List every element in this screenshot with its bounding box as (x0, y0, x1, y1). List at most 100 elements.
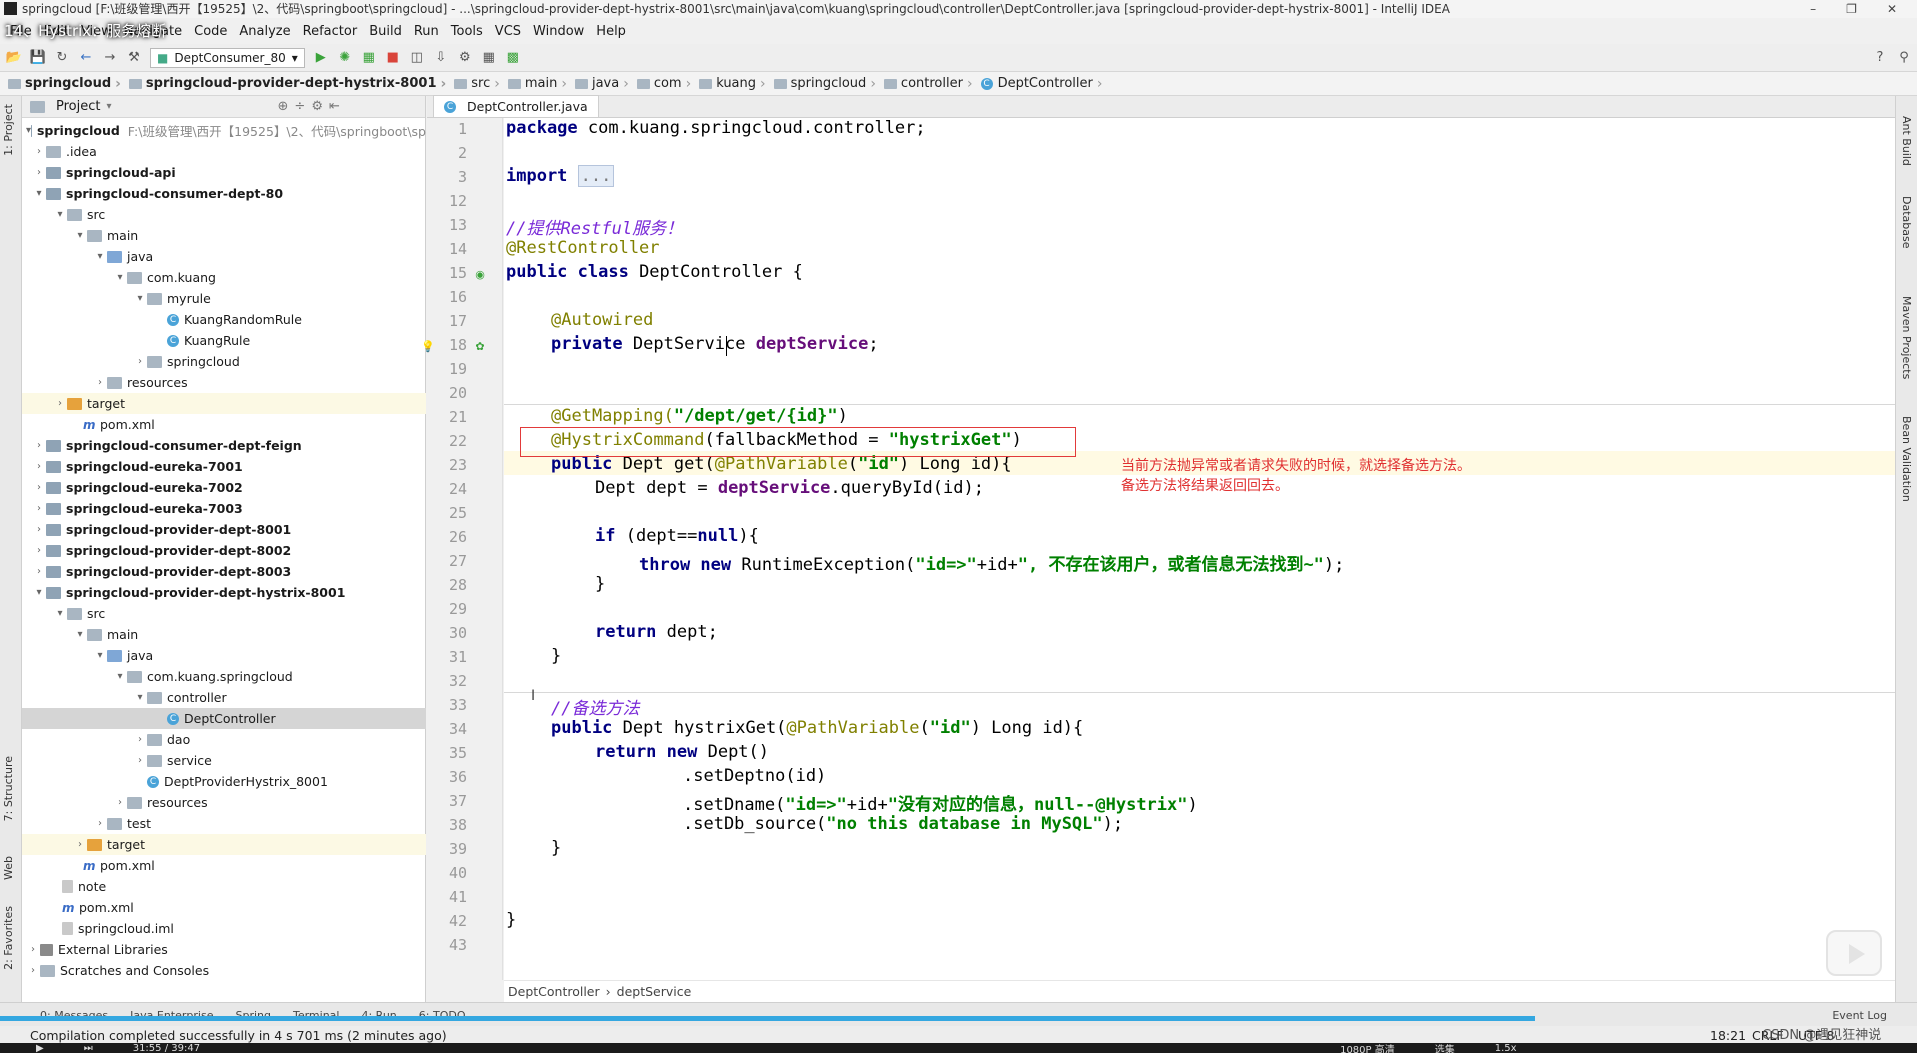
vcs-icon[interactable]: ▩ (505, 50, 521, 66)
tab-project-tool[interactable]: 1: Project (2, 104, 15, 156)
sync-icon[interactable]: ↻ (54, 50, 70, 66)
video-progress-bar[interactable] (0, 1016, 1535, 1021)
quality-select[interactable]: 1080P 高清 (1340, 1043, 1395, 1053)
tab-maven-projects[interactable]: Maven Projects (1900, 296, 1913, 379)
tree-node[interactable]: › service (22, 750, 426, 771)
tree-node[interactable]: ▾ com.kuang.springcloud (22, 666, 426, 687)
tree-node[interactable]: › springcloud-provider-dept-8003 (22, 561, 426, 582)
code-editor[interactable]: package com.kuang.springcloud.controller… (504, 118, 1895, 980)
tree-root[interactable]: ▾ springcloud F:\班级管理\西开【19525】\2、代码\sprin… (22, 120, 426, 141)
menu-help[interactable]: Help (590, 24, 632, 39)
episode-select[interactable]: 选集 (1435, 1043, 1455, 1053)
minimize-icon[interactable]: – (1810, 0, 1816, 18)
menu-analyze[interactable]: Analyze (233, 24, 296, 39)
tree-node[interactable]: › springcloud-api (22, 162, 426, 183)
tree-node[interactable]: m pom.xml (22, 414, 426, 435)
save-icon[interactable]: 💾 (30, 50, 46, 66)
menu-run[interactable]: Run (408, 24, 445, 39)
tree-node[interactable]: › External Libraries (22, 939, 426, 960)
nav-crumb-main[interactable]: main › (507, 76, 575, 92)
tree-node[interactable]: ▾ main (22, 624, 426, 645)
tree-node[interactable]: C KuangRule (22, 330, 426, 351)
menu-refactor[interactable]: Refactor (297, 24, 364, 39)
tree-node[interactable]: › springcloud-consumer-dept-feign (22, 435, 426, 456)
locate-icon[interactable]: ⊕ (278, 99, 289, 114)
video-play-icon[interactable] (1826, 930, 1882, 976)
project-panel-title[interactable]: Project (56, 99, 100, 114)
breadcrumb-class[interactable]: DeptController (508, 984, 600, 999)
autowired-gutter-icon[interactable]: ✿ (473, 340, 487, 354)
project-structure-icon[interactable]: ▦ (481, 50, 497, 66)
nav-crumb-class[interactable]: C DeptController › (980, 76, 1111, 92)
tree-node[interactable]: › resources (22, 372, 426, 393)
lightbulb-icon[interactable]: 💡 (421, 340, 435, 354)
tree-node[interactable]: ▾ controller (22, 687, 426, 708)
tree-node[interactable]: springcloud.iml (22, 918, 426, 939)
tree-node[interactable]: C DeptProviderHystrix_8001 (22, 771, 426, 792)
menu-build[interactable]: Build (363, 24, 408, 39)
tree-node[interactable]: › springcloud-provider-dept-8001 (22, 519, 426, 540)
tree-node[interactable]: › springcloud-eureka-7001 (22, 456, 426, 477)
tab-event-log[interactable]: Event Log (1832, 1009, 1887, 1022)
nav-crumb-src[interactable]: src › (454, 76, 508, 92)
nav-crumb-controller[interactable]: controller › (883, 76, 981, 92)
menu-tools[interactable]: Tools (445, 24, 489, 39)
tab-database[interactable]: Database (1900, 196, 1913, 249)
menu-window[interactable]: Window (527, 24, 590, 39)
gear-icon[interactable]: ⚙ (311, 99, 323, 114)
maximize-icon[interactable]: ❐ (1846, 0, 1857, 18)
play-icon[interactable]: ▶ (36, 1043, 44, 1053)
nav-crumb-java[interactable]: java › (574, 76, 637, 92)
coverage-icon[interactable]: ▦ (361, 50, 377, 66)
tree-node[interactable]: › target (22, 393, 426, 414)
nav-crumb-kuang[interactable]: kuang › (699, 76, 773, 92)
tree-node[interactable]: ▾ src (22, 204, 426, 225)
tree-node[interactable]: ▾ main (22, 225, 426, 246)
tree-node[interactable]: › resources (22, 792, 426, 813)
next-icon[interactable]: ⏭ (84, 1043, 93, 1053)
debug-icon[interactable]: ✺ (337, 50, 353, 66)
import-fold[interactable]: ... (577, 165, 615, 187)
menu-vcs[interactable]: VCS (489, 24, 527, 39)
back-icon[interactable]: ← (78, 50, 94, 66)
open-folder-icon[interactable]: 📂 (6, 50, 22, 66)
tree-node[interactable]: ▾ myrule (22, 288, 426, 309)
tree-node[interactable]: › target (22, 834, 426, 855)
run-icon[interactable]: ▶ (313, 50, 329, 66)
tree-node[interactable]: note (22, 876, 426, 897)
tree-node[interactable]: ▾ java (22, 246, 426, 267)
tree-node[interactable]: › springcloud-eureka-7002 (22, 477, 426, 498)
tab-web-tool[interactable]: Web (2, 856, 15, 880)
close-icon[interactable]: ✕ (1887, 0, 1897, 18)
hide-icon[interactable]: ⇤ (329, 99, 340, 114)
tree-node[interactable]: ▾ springcloud-consumer-dept-80 (22, 183, 426, 204)
tab-favorites-tool[interactable]: 2: Favorites (2, 906, 15, 970)
tab-ant-build[interactable]: Ant Build (1900, 116, 1913, 166)
help-icon[interactable]: ? (1872, 50, 1888, 66)
menu-code[interactable]: Code (188, 24, 233, 39)
tree-node-selected[interactable]: C DeptController (22, 708, 426, 729)
tree-node[interactable]: m pom.xml (22, 855, 426, 876)
tab-deptcontroller[interactable]: C DeptController.java (433, 95, 599, 117)
tree-node[interactable]: › .idea (22, 141, 426, 162)
tree-node[interactable]: C KuangRandomRule (22, 309, 426, 330)
tree-node[interactable]: › dao (22, 729, 426, 750)
tree-node[interactable]: › springcloud-provider-dept-8002 (22, 540, 426, 561)
tree-node[interactable]: ▾ java (22, 645, 426, 666)
spring-bean-gutter-icon[interactable]: ◉ (473, 268, 487, 282)
stop-icon[interactable]: ■ (385, 50, 401, 66)
search-icon[interactable]: ⚲ (1896, 50, 1912, 66)
sdk-icon[interactable]: ⇩ (433, 50, 449, 66)
nav-crumb-module[interactable]: springcloud-provider-dept-hystrix-8001 › (128, 76, 454, 92)
settings-icon[interactable]: ⚙ (457, 50, 473, 66)
collapse-icon[interactable]: ÷ (294, 99, 305, 114)
tree-node[interactable]: › test (22, 813, 426, 834)
tree-node[interactable]: ▾ springcloud-provider-dept-hystrix-8001 (22, 582, 426, 603)
tree-node[interactable]: ▾ src (22, 603, 426, 624)
speed-select[interactable]: 1.5x (1495, 1043, 1517, 1053)
build-icon[interactable]: ⚒ (126, 50, 142, 66)
tree-node[interactable]: › springcloud-eureka-7003 (22, 498, 426, 519)
forward-icon[interactable]: → (102, 50, 118, 66)
tab-bean-validation[interactable]: Bean Validation (1900, 416, 1913, 502)
tree-node[interactable]: › Scratches and Consoles (22, 960, 426, 981)
